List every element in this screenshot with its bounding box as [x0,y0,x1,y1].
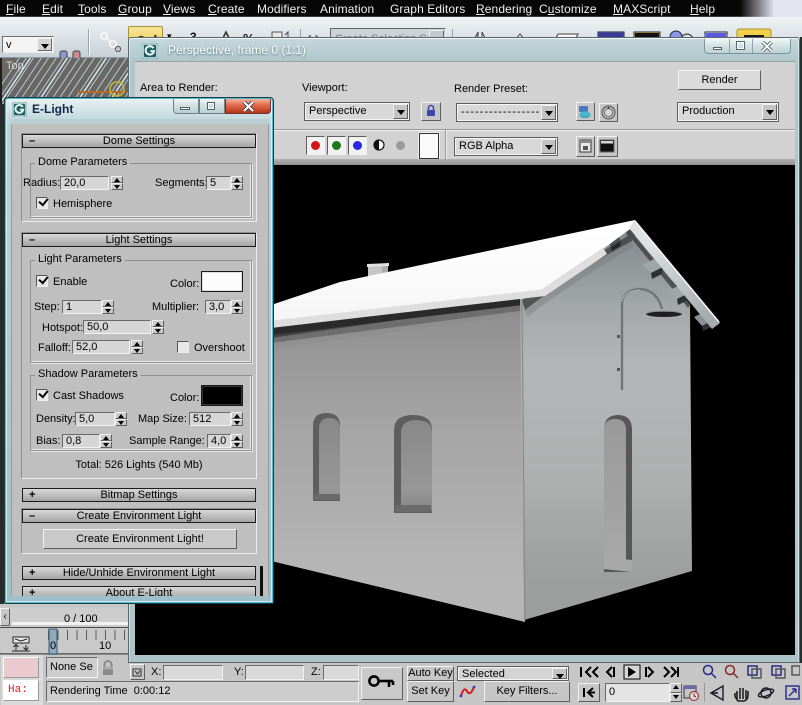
svg-text:10: 10 [99,640,111,652]
svg-text:0: 0 [50,640,56,652]
